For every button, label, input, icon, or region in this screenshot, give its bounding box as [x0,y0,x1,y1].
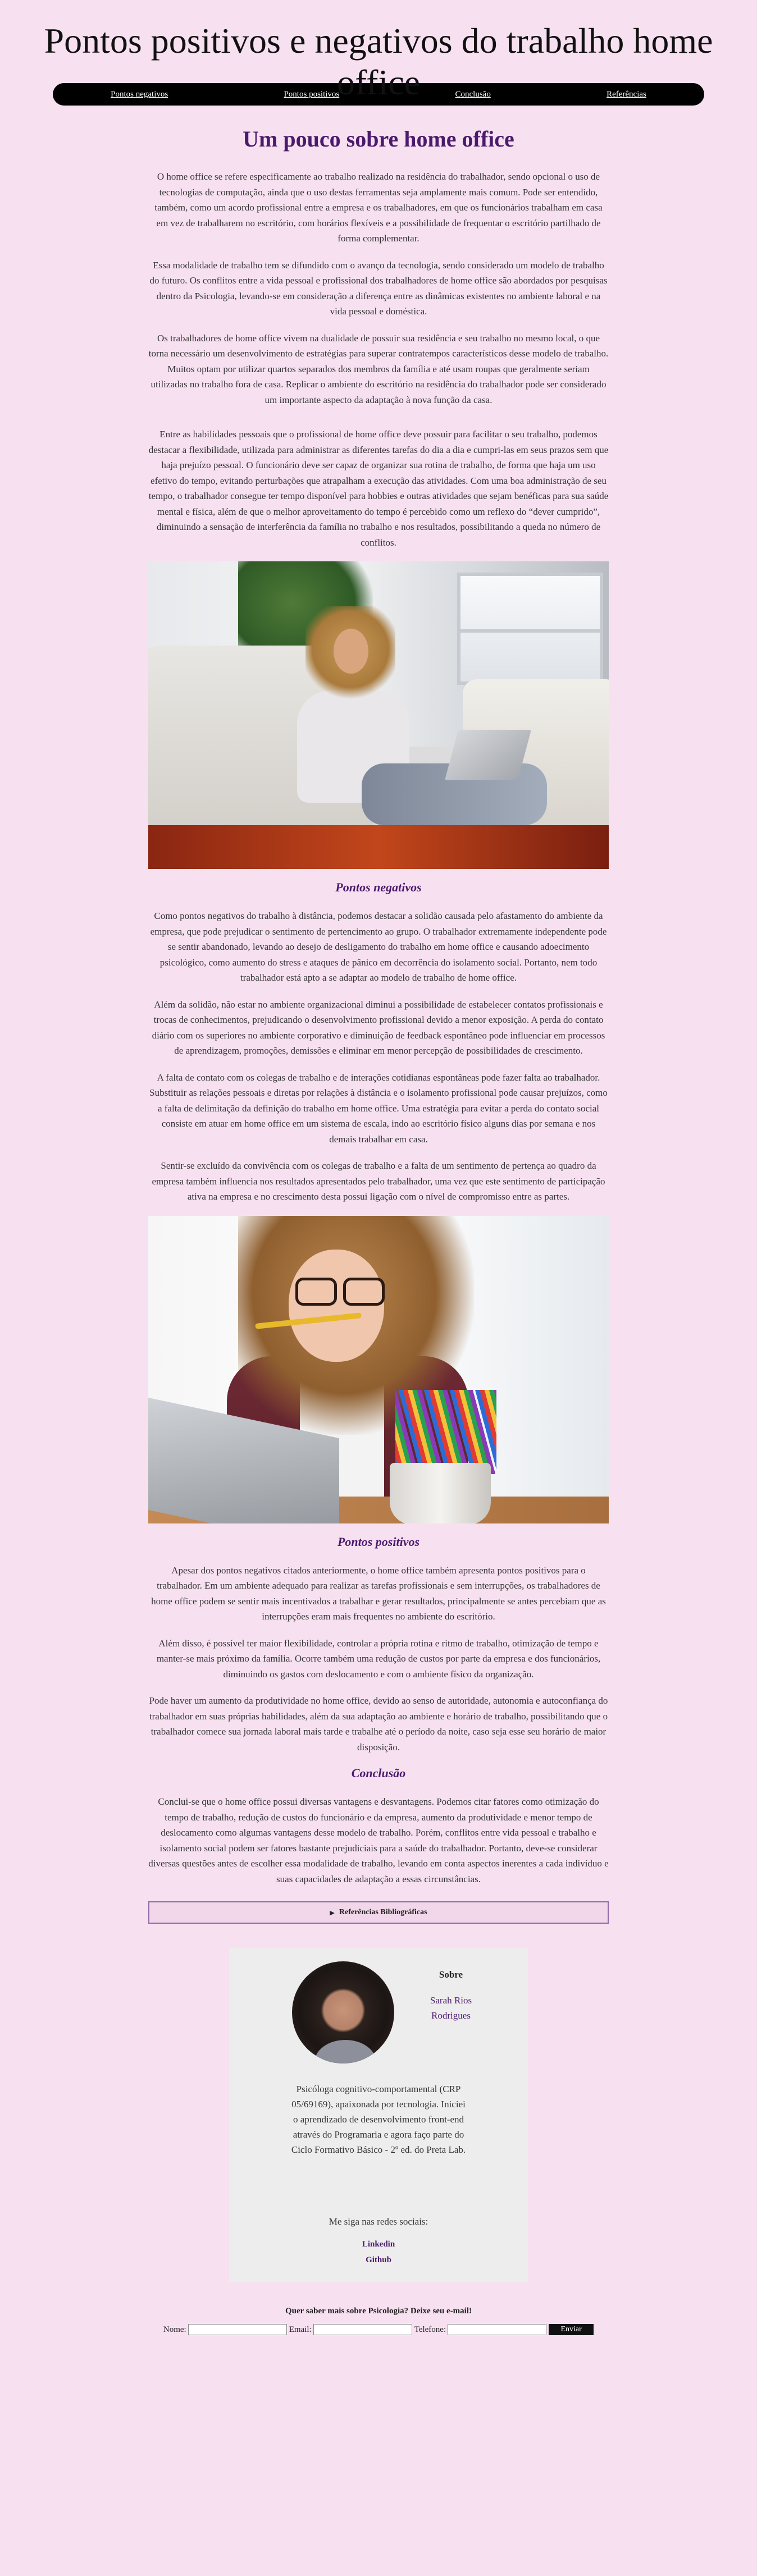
linkedin-link[interactable]: Linkedin [229,2240,528,2249]
positivos-heading: Pontos positivos [337,1534,420,1549]
photo-stressed-woman-pencil [148,1215,609,1523]
intro-paragraph-1: O home office se refere especificamente … [154,171,603,244]
conclusao-paragraph-1: Conclui-se que o home office possui dive… [148,1796,609,1884]
phone-label: Telefone: [414,2325,446,2334]
form-title: Quer saber mais sobre Psicologia? Deixe … [285,2307,472,2316]
email-input[interactable] [313,2324,412,2335]
site-title: Pontos positivos e negativos do trabalho… [44,21,713,102]
negativos-paragraph-1: Como pontos negativos do trabalho à dist… [150,910,607,983]
author-name-line-2: Rodrigues [431,2010,471,2021]
about-heading: Sobre [439,1969,463,1980]
social-follow-label: Me siga nas redes sociais: [329,2216,428,2227]
negativos-paragraph-3: A falta de contato com os colegas de tra… [149,1072,608,1145]
github-link[interactable]: Github [229,2255,528,2265]
name-input[interactable] [188,2324,287,2335]
conclusao-heading: Conclusão [351,1766,406,1780]
email-label: Email: [289,2325,312,2334]
nav-link-negativos[interactable]: Pontos negativos [111,90,168,99]
page: Pontos positivos e negativos do trabalho… [0,0,757,2576]
newsletter-form: Quer saber mais sobre Psicologia? Deixe … [0,2307,757,2335]
site-header: Pontos positivos e negativos do trabalho… [0,0,757,106]
avatar [292,1961,394,2063]
nav-link-positivos[interactable]: Pontos positivos [284,90,339,99]
main-content: Um pouco sobre home office O home office… [148,126,609,1887]
name-label: Nome: [163,2325,186,2334]
photo-woman-laptop-sofa [148,561,609,869]
submit-button[interactable]: Enviar [549,2324,594,2335]
references-summary: Referências Bibliográficas [339,1908,427,1916]
triangle-right-icon: ▶ [330,1909,335,1916]
about-card: Sobre Sarah Rios Rodrigues Psicóloga cog… [229,1948,528,2282]
intro-heading: Um pouco sobre home office [243,126,514,152]
intro-paragraph-3: Os trabalhadores de home office vivem na… [148,332,609,405]
author-bio: Psicóloga cognitivo-comportamental (CRP … [291,2084,466,2155]
nav-link-conclusao[interactable]: Conclusão [455,90,491,99]
author-name: Sarah Rios Rodrigues [409,1993,493,2023]
positivos-paragraph-3: Pode haver um aumento da produtividade n… [149,1695,608,1753]
references-details-toggle[interactable]: ▶ Referências Bibliográficas [148,1901,609,1924]
form-row: Nome: Email: Telefone: Enviar [0,2324,757,2335]
intro-paragraph-2: Essa modalidade de trabalho tem se difun… [149,259,608,317]
author-name-line-1: Sarah Rios [430,1995,472,2006]
nav-link-referencias[interactable]: Referências [606,90,646,99]
intro-paragraph-4: Entre as habilidades pessoais que o prof… [148,429,609,548]
positivos-paragraph-2: Além disso, é possível ter maior flexibi… [156,1637,601,1680]
negativos-heading: Pontos negativos [335,880,422,894]
negativos-paragraph-4: Sentir-se excluído da convivência com os… [152,1160,605,1202]
phone-input[interactable] [448,2324,547,2335]
positivos-paragraph-1: Apesar dos pontos negativos citados ante… [151,1564,606,1622]
negativos-paragraph-2: Além da solidão, não estar no ambiente o… [152,999,605,1056]
